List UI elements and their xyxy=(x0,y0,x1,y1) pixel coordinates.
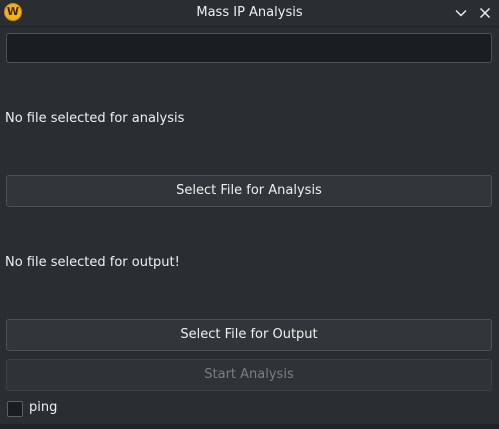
select-analysis-file-button[interactable]: Select File for Analysis xyxy=(6,175,492,207)
close-icon[interactable] xyxy=(476,4,494,22)
select-output-file-button[interactable]: Select File for Output xyxy=(6,319,492,351)
start-analysis-button[interactable]: Start Analysis xyxy=(6,359,492,391)
ip-input-field[interactable] xyxy=(6,33,492,63)
ping-checkbox[interactable] xyxy=(7,401,23,417)
output-file-status: No file selected for output! xyxy=(5,255,180,270)
main-window: W Mass IP Analysis No file selected for … xyxy=(0,0,499,429)
analysis-file-status: No file selected for analysis xyxy=(5,111,185,126)
title-bar[interactable]: W Mass IP Analysis xyxy=(0,0,499,27)
bottom-edge xyxy=(0,424,499,429)
chevron-down-icon[interactable] xyxy=(452,4,470,22)
ping-checkbox-label: ping xyxy=(29,400,58,415)
window-title: Mass IP Analysis xyxy=(196,5,303,20)
